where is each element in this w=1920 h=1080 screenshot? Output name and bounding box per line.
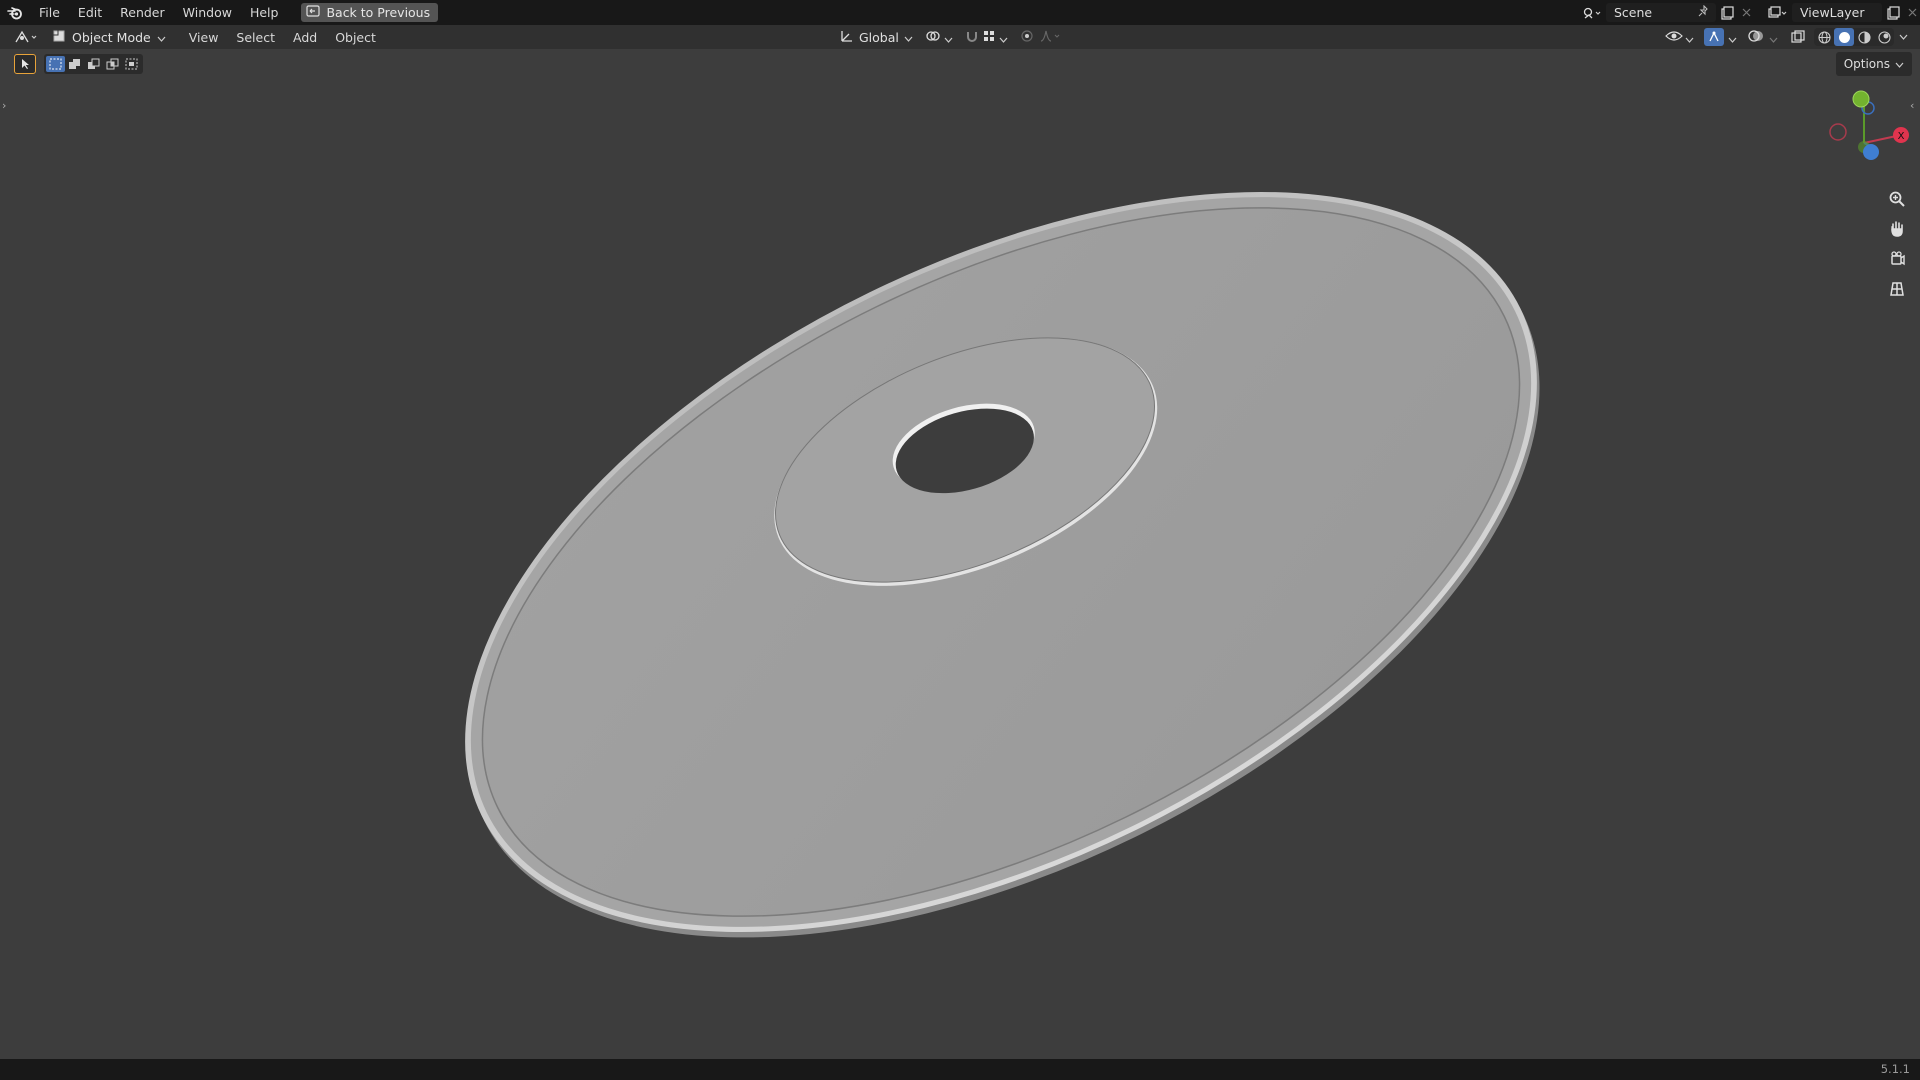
snap-controls[interactable] <box>961 28 1012 47</box>
select-invert-icon[interactable] <box>103 56 122 72</box>
chevron-down-icon <box>157 30 166 45</box>
select-intersect-icon[interactable] <box>122 56 141 72</box>
new-viewlayer-icon[interactable] <box>1882 3 1904 22</box>
object-mode-label: Object Mode <box>72 29 151 45</box>
camera-icon[interactable] <box>1883 245 1911 273</box>
hand-icon[interactable] <box>1883 215 1911 243</box>
editor-type-icon[interactable] <box>12 27 42 47</box>
chevron-down-icon <box>1685 28 1694 47</box>
viewlayer-icon[interactable] <box>1764 3 1792 22</box>
blender-window: File Edit Render Window Help Back to Pre… <box>0 0 1920 1080</box>
tool-settings-row: Options <box>0 52 1920 76</box>
chevron-down-icon <box>944 28 953 47</box>
solid-icon[interactable] <box>1834 28 1854 46</box>
top-right-controls: Scene ViewLayer <box>1578 0 1920 25</box>
back-to-previous-button[interactable]: Back to Previous <box>301 3 439 22</box>
gizmo-x-label: X <box>1898 131 1905 142</box>
select-subtract-icon[interactable] <box>84 56 103 72</box>
zoom-icon[interactable] <box>1883 185 1911 213</box>
left-sidebar-toggle-icon[interactable]: › <box>2 99 6 112</box>
falloff-icon <box>1040 28 1062 47</box>
disc-mesh[interactable] <box>0 49 1920 1059</box>
pivot-dropdown[interactable] <box>921 28 957 47</box>
menu-file[interactable]: File <box>30 0 69 25</box>
navigation-gizmo[interactable]: X <box>1820 87 1910 177</box>
proportional-icon <box>1020 28 1034 47</box>
pin-icon[interactable] <box>1698 4 1710 20</box>
viewlayer-field[interactable]: ViewLayer <box>1792 3 1882 22</box>
overlay-toggle[interactable] <box>1743 28 1782 47</box>
menu-help[interactable]: Help <box>241 0 288 25</box>
visibility-dropdown[interactable] <box>1661 28 1698 47</box>
chevron-down-icon <box>1769 28 1778 47</box>
menu-select[interactable]: Select <box>227 30 284 45</box>
chevron-down-icon <box>904 30 913 45</box>
transform-orientation-icon <box>840 29 854 46</box>
3d-viewport[interactable]: › ‹ X <box>0 49 1920 1059</box>
gizmo-icon <box>1704 28 1724 46</box>
top-bar: File Edit Render Window Help Back to Pre… <box>0 0 1920 25</box>
back-icon <box>306 5 321 20</box>
menu-render[interactable]: Render <box>111 0 174 25</box>
blender-logo-icon[interactable] <box>4 2 26 24</box>
viewport-header: Object Mode View Select Add Object Globa… <box>0 25 1920 49</box>
status-bar: 5.1.1 <box>0 1059 1920 1080</box>
center-tools: Global <box>836 25 1066 49</box>
wireframe-icon[interactable] <box>1814 28 1834 46</box>
chevron-down-icon <box>1895 57 1904 71</box>
menu-edit[interactable]: Edit <box>69 0 111 25</box>
xray-icon[interactable] <box>1788 30 1808 44</box>
select-extend-icon[interactable] <box>65 56 84 72</box>
material-icon[interactable] <box>1854 28 1874 46</box>
scene-name: Scene <box>1614 5 1653 20</box>
pivot-icon <box>925 28 941 47</box>
back-button-label: Back to Previous <box>326 5 431 20</box>
select-new-icon[interactable] <box>46 56 65 72</box>
object-mode-dropdown[interactable]: Object Mode <box>46 27 172 47</box>
new-scene-icon[interactable] <box>1716 3 1738 22</box>
viewport-right-tools <box>1661 25 1910 49</box>
menu-object[interactable]: Object <box>326 30 385 45</box>
menu-window[interactable]: Window <box>174 0 241 25</box>
proportional-controls[interactable] <box>1016 28 1066 47</box>
chevron-down-icon <box>1728 28 1737 47</box>
grid-icon[interactable] <box>1883 275 1911 303</box>
chevron-down-icon <box>999 28 1008 47</box>
transform-orientation-dropdown[interactable]: Global <box>836 29 917 46</box>
menu-view[interactable]: View <box>180 30 228 45</box>
select-tool-icon[interactable] <box>14 54 36 74</box>
viewlayer-name: ViewLayer <box>1800 5 1865 20</box>
options-dropdown[interactable]: Options <box>1835 52 1912 76</box>
scene-field[interactable]: Scene <box>1606 3 1716 22</box>
scene-icon[interactable] <box>1578 3 1606 22</box>
shading-modes <box>1814 28 1894 46</box>
rendered-icon[interactable] <box>1874 28 1894 46</box>
gizmo-toggle[interactable] <box>1700 28 1741 47</box>
version-label: 5.1.1 <box>1880 1062 1910 1076</box>
options-label: Options <box>1843 57 1890 71</box>
menu-add[interactable]: Add <box>284 30 326 45</box>
overlay-icon <box>1747 28 1765 47</box>
close-viewlayer-icon[interactable] <box>1904 3 1920 22</box>
visibility-icon <box>1665 28 1683 47</box>
selection-modes <box>44 54 143 74</box>
snap-icon <box>965 28 979 47</box>
object-mode-icon <box>52 29 66 46</box>
right-sidebar-toggle-icon[interactable]: ‹ <box>1910 99 1914 112</box>
snap-grid-icon <box>982 28 996 47</box>
shading-options-chevron-icon[interactable] <box>1896 34 1910 40</box>
close-icon[interactable] <box>1738 3 1754 22</box>
transform-orientation-label: Global <box>859 29 899 45</box>
